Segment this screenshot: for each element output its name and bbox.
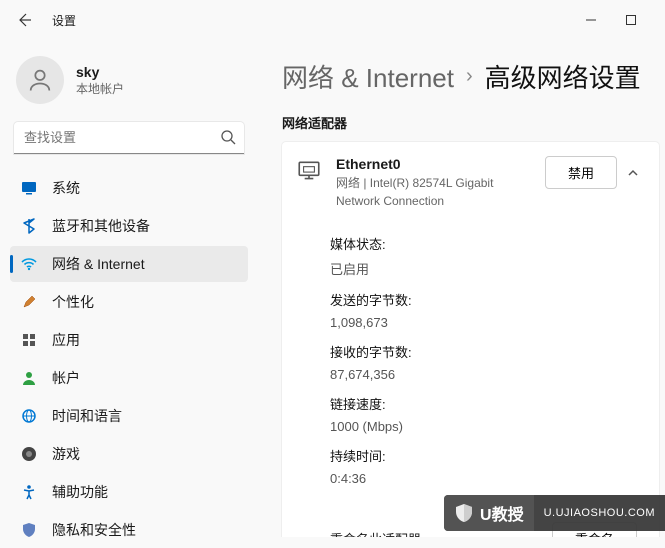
section-adapters-heading: 网络适配器 [282, 113, 665, 132]
sidebar-item-time[interactable]: 时间和语言 [10, 398, 248, 434]
breadcrumb: 网络 & Internet › 高级网络设置 [282, 58, 665, 95]
sidebar-item-apps[interactable]: 应用 [10, 322, 248, 358]
watermark-badge: U教授 [444, 495, 534, 531]
sidebar-item-label: 帐户 [52, 368, 80, 388]
system-icon [20, 179, 38, 197]
minimize-icon [585, 14, 597, 26]
titlebar: 设置 [0, 0, 665, 40]
sidebar-item-label: 时间和语言 [52, 406, 122, 426]
apps-icon [20, 331, 38, 349]
sidebar-item-gaming[interactable]: 游戏 [10, 436, 248, 472]
chevron-right-icon: › [466, 65, 473, 88]
search-icon [220, 129, 236, 145]
person-icon [26, 66, 54, 94]
disable-button[interactable]: 禁用 [545, 156, 617, 189]
shield-logo-icon [454, 503, 474, 523]
duration-value: 0:4:36 [330, 471, 645, 486]
minimize-button[interactable] [577, 6, 605, 34]
sidebar-item-system[interactable]: 系统 [10, 170, 248, 206]
breadcrumb-current: 高级网络设置 [485, 58, 641, 95]
sidebar-item-label: 个性化 [52, 292, 94, 312]
sidebar-item-label: 系统 [52, 178, 80, 198]
sent-bytes-label: 发送的字节数: [330, 290, 645, 309]
brush-icon [20, 293, 38, 311]
watermark: U教授 U.UJIAOSHOU.COM [444, 495, 665, 531]
sidebar-item-label: 隐私和安全性 [52, 520, 136, 540]
sidebar-item-privacy[interactable]: 隐私和安全性 [10, 512, 248, 548]
sidebar-item-personalize[interactable]: 个性化 [10, 284, 248, 320]
accessibility-icon [20, 483, 38, 501]
sidebar-item-label: 蓝牙和其他设备 [52, 216, 150, 236]
link-speed-value: 1000 (Mbps) [330, 419, 645, 434]
sidebar-item-network[interactable]: 网络 & Internet [10, 246, 248, 282]
sent-bytes-value: 1,098,673 [330, 315, 645, 330]
sidebar-item-bluetooth[interactable]: 蓝牙和其他设备 [10, 208, 248, 244]
sidebar-item-label: 辅助功能 [52, 482, 108, 502]
adapter-details: 媒体状态: 已启用 发送的字节数: 1,098,673 接收的字节数: 87,6… [330, 234, 645, 492]
window-title: 设置 [52, 12, 76, 29]
collapse-button[interactable] [621, 158, 645, 188]
adapter-desc: 网络 | Intel(R) 82574L Gigabit Network Con… [336, 174, 531, 210]
search-input[interactable] [14, 122, 244, 154]
bluetooth-icon [20, 217, 38, 235]
account-icon [20, 369, 38, 387]
chevron-up-icon [626, 166, 640, 180]
maximize-button[interactable] [617, 6, 645, 34]
search-box[interactable] [14, 122, 244, 154]
sidebar-item-label: 应用 [52, 330, 80, 350]
user-block[interactable]: sky 本地帐户 [10, 48, 248, 122]
media-status-value: 已启用 [330, 259, 645, 278]
maximize-icon [625, 14, 637, 26]
watermark-url: U.UJIAOSHOU.COM [534, 501, 665, 525]
user-account-type: 本地帐户 [76, 80, 124, 97]
sidebar: sky 本地帐户 系统 蓝牙和其他设备 网络 & Internet [0, 40, 254, 537]
sidebar-item-label: 网络 & Internet [52, 254, 145, 274]
media-status-label: 媒体状态: [330, 234, 645, 253]
nav: 系统 蓝牙和其他设备 网络 & Internet 个性化 应用 帐户 [10, 170, 248, 548]
ethernet-icon [296, 158, 322, 184]
adapter-card: Ethernet0 网络 | Intel(R) 82574L Gigabit N… [282, 142, 659, 537]
gaming-icon [20, 445, 38, 463]
adapter-name: Ethernet0 [336, 156, 531, 172]
sidebar-item-accessibility[interactable]: 辅助功能 [10, 474, 248, 510]
content: 网络 & Internet › 高级网络设置 网络适配器 Ethernet0 网… [254, 40, 665, 537]
user-name: sky [76, 64, 124, 80]
recv-bytes-label: 接收的字节数: [330, 342, 645, 361]
globe-icon [20, 407, 38, 425]
avatar [16, 56, 64, 104]
breadcrumb-parent[interactable]: 网络 & Internet [282, 58, 454, 95]
duration-label: 持续时间: [330, 446, 645, 465]
link-speed-label: 链接速度: [330, 394, 645, 413]
back-button[interactable] [8, 4, 40, 36]
sidebar-item-label: 游戏 [52, 444, 80, 464]
recv-bytes-value: 87,674,356 [330, 367, 645, 382]
shield-icon [20, 521, 38, 539]
arrow-left-icon [16, 12, 32, 28]
sidebar-item-accounts[interactable]: 帐户 [10, 360, 248, 396]
rename-label: 重命名此适配器 [330, 529, 421, 537]
wifi-icon [20, 255, 38, 273]
